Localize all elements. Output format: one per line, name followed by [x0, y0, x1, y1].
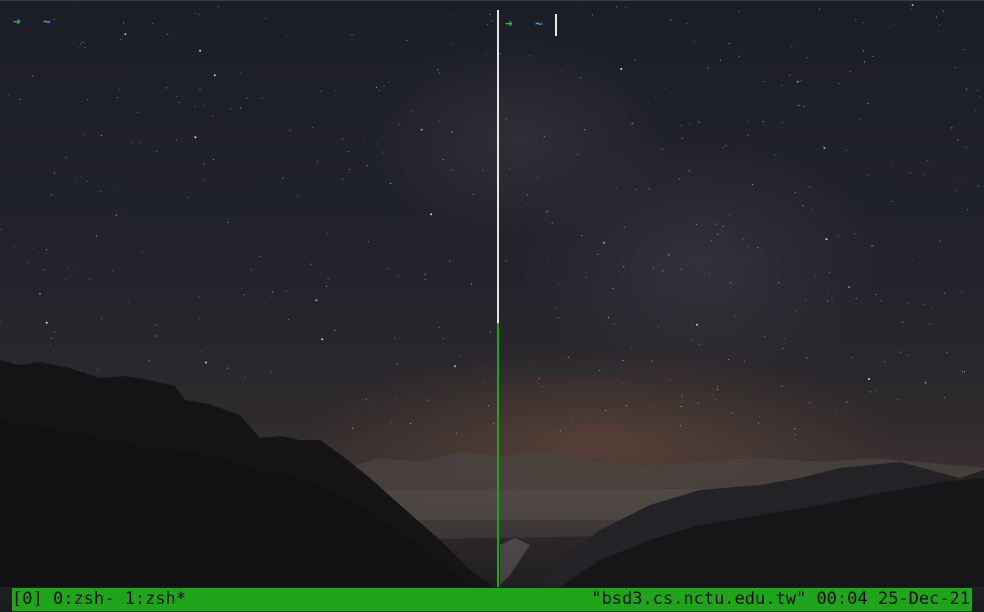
- terminal-pane-left[interactable]: ➜ ~: [0, 0, 497, 587]
- terminal-screen: ➜ ~ ➜ ~ [0] 0:zsh- 1:zsh* "bsd3.cs.nctu.ed…: [0, 0, 984, 612]
- hostname: "bsd3.cs.nctu.edu.tw": [591, 589, 807, 609]
- pane-divider-inactive[interactable]: [497, 10, 499, 323]
- status-right: "bsd3.cs.nctu.edu.tw" 00:04 25-Dec-21: [591, 588, 970, 611]
- pane-divider-active[interactable]: [497, 323, 499, 587]
- prompt-arrow-icon: ➜: [505, 17, 513, 32]
- text-cursor: [554, 14, 557, 36]
- current-directory: ~: [42, 15, 51, 30]
- prompt-arrow-icon: ➜: [13, 15, 21, 30]
- clock-time: 00:04: [816, 589, 868, 609]
- terminal-pane-right[interactable]: ➜ ~: [499, 0, 984, 587]
- status-left: [0] 0:zsh- 1:zsh*: [12, 588, 186, 611]
- shell-prompt: ➜ ~: [505, 14, 557, 36]
- clock-date: 25-Dec-21: [877, 589, 970, 609]
- tmux-status-bar: [0] 0:zsh- 1:zsh* "bsd3.cs.nctu.edu.tw" …: [12, 588, 972, 611]
- session-name[interactable]: [0]: [12, 589, 43, 609]
- current-directory: ~: [534, 17, 543, 32]
- window-list[interactable]: 0:zsh- 1:zsh*: [53, 589, 186, 609]
- shell-prompt: ➜ ~: [13, 14, 51, 32]
